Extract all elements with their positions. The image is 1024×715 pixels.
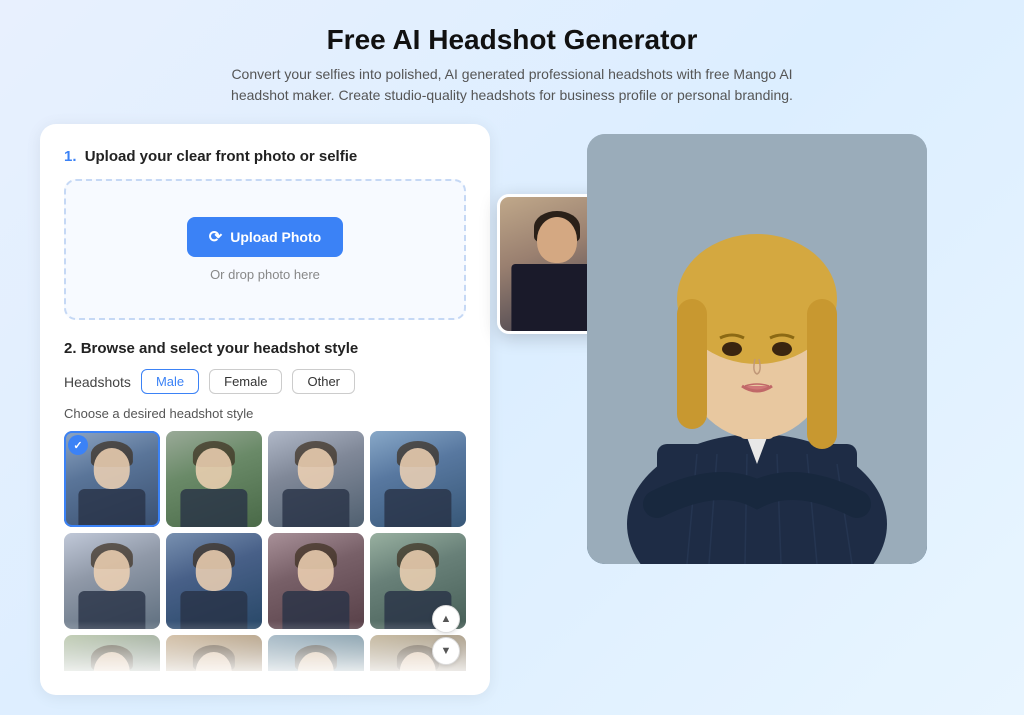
result-headshot-image <box>587 134 927 564</box>
scroll-down-button[interactable]: ▼ <box>432 637 460 665</box>
style-item-4[interactable] <box>370 431 466 527</box>
filter-other-button[interactable]: Other <box>292 369 355 394</box>
step1-title: 1. Upload your clear front photo or self… <box>64 148 466 165</box>
filter-label: Headshots <box>64 374 131 390</box>
style-item-2[interactable] <box>166 431 262 527</box>
page-subtitle: Convert your selfies into polished, AI g… <box>202 64 822 106</box>
result-wrapper: ➜ <box>587 134 927 564</box>
style-item-9[interactable] <box>64 635 160 671</box>
page-header: Free AI Headshot Generator Convert your … <box>202 24 822 106</box>
style-item-11[interactable] <box>268 635 364 671</box>
drop-hint: Or drop photo here <box>210 267 320 282</box>
chevron-down-icon: ▼ <box>441 645 452 657</box>
chevron-up-icon: ▲ <box>441 613 452 625</box>
style-item-5[interactable] <box>64 533 160 629</box>
upload-photo-button[interactable]: ⟳ Upload Photo <box>187 217 343 257</box>
style-item-7[interactable] <box>268 533 364 629</box>
style-item-10[interactable] <box>166 635 262 671</box>
step2-title: 2. Browse and select your headshot style <box>64 340 466 357</box>
headshot-svg <box>587 134 927 564</box>
filter-male-button[interactable]: Male <box>141 369 199 394</box>
upload-card: 1. Upload your clear front photo or self… <box>40 124 490 695</box>
upload-icon: ⟳ <box>209 227 222 247</box>
selected-check-icon <box>68 435 88 455</box>
upload-dropzone[interactable]: ⟳ Upload Photo Or drop photo here <box>64 179 466 320</box>
style-item-6[interactable] <box>166 533 262 629</box>
style-item-1[interactable] <box>64 431 160 527</box>
headshot-background <box>587 134 927 564</box>
step1-label: Upload your clear front photo or selfie <box>85 148 358 165</box>
style-item-3[interactable] <box>268 431 364 527</box>
step2-number: 2. <box>64 340 77 357</box>
headshot-style-grid: ▲ ▼ <box>64 431 466 671</box>
step1-number: 1. <box>64 148 77 165</box>
scroll-up-button[interactable]: ▲ <box>432 605 460 633</box>
right-panel: ➜ <box>530 124 984 564</box>
left-panel: 1. Upload your clear front photo or self… <box>40 124 490 695</box>
page-title: Free AI Headshot Generator <box>202 24 822 56</box>
choose-label: Choose a desired headshot style <box>64 406 466 421</box>
step2-label: Browse and select your headshot style <box>81 340 359 357</box>
filter-female-button[interactable]: Female <box>209 369 282 394</box>
style-filter-row: Headshots Male Female Other <box>64 369 466 394</box>
upload-button-label: Upload Photo <box>230 229 321 245</box>
